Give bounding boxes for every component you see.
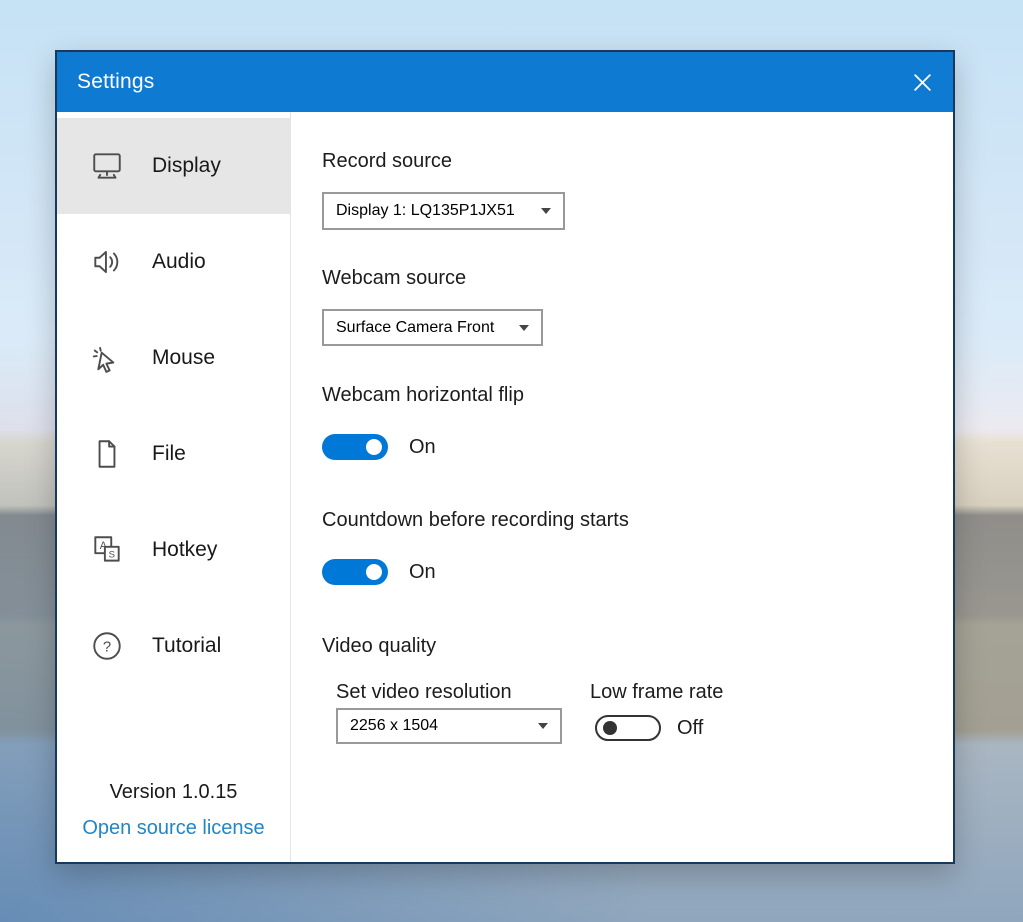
record-source-value: Display 1: LQ135P1JX51 [336, 202, 515, 220]
titlebar: Settings [57, 52, 953, 112]
sidebar-item-label: Mouse [152, 346, 215, 370]
sidebar-item-label: Display [152, 154, 221, 178]
window-title: Settings [77, 70, 154, 94]
video-resolution-label: Set video resolution [336, 681, 512, 704]
sidebar-item-mouse[interactable]: Mouse [57, 310, 290, 406]
toggle-knob [366, 439, 382, 455]
speaker-icon [90, 245, 124, 279]
video-resolution-value: 2256 x 1504 [350, 717, 438, 735]
sidebar-footer: Version 1.0.15 Open source license [57, 781, 290, 840]
record-source-select[interactable]: Display 1: LQ135P1JX51 [322, 192, 565, 230]
chevron-down-icon [541, 208, 551, 214]
sidebar-item-label: File [152, 442, 186, 466]
video-resolution-select[interactable]: 2256 x 1504 [336, 708, 562, 744]
chevron-down-icon [519, 325, 529, 331]
webcam-source-label: Webcam source [322, 267, 466, 290]
open-source-license-link[interactable]: Open source license [57, 817, 290, 840]
low-frame-rate-toggle[interactable] [595, 715, 661, 741]
sidebar-item-label: Tutorial [152, 634, 221, 658]
settings-window: Settings Display [55, 50, 955, 864]
sidebar-item-audio[interactable]: Audio [57, 214, 290, 310]
countdown-row: On [322, 559, 436, 585]
webcam-source-value: Surface Camera Front [336, 319, 494, 337]
version-text: Version 1.0.15 [57, 781, 290, 804]
webcam-source-select[interactable]: Surface Camera Front [322, 309, 543, 346]
low-frame-rate-state: Off [677, 717, 703, 740]
countdown-state: On [409, 561, 436, 584]
document-icon [90, 437, 124, 471]
svg-text:?: ? [103, 639, 111, 655]
sidebar-item-label: Audio [152, 250, 206, 274]
settings-content: Record source Display 1: LQ135P1JX51 Web… [291, 112, 953, 862]
low-frame-rate-row: Off [595, 715, 703, 741]
hotkey-keys-icon: A S [90, 533, 124, 567]
video-quality-label: Video quality [322, 635, 436, 658]
sidebar-item-display[interactable]: Display [57, 118, 290, 214]
question-circle-icon: ? [90, 629, 124, 663]
sidebar-item-label: Hotkey [152, 538, 217, 562]
sidebar-item-hotkey[interactable]: A S Hotkey [57, 502, 290, 598]
countdown-toggle[interactable] [322, 559, 388, 585]
sidebar-item-file[interactable]: File [57, 406, 290, 502]
sidebar-item-tutorial[interactable]: ? Tutorial [57, 598, 290, 694]
chevron-down-icon [538, 723, 548, 729]
close-button[interactable] [907, 67, 937, 97]
webcam-flip-toggle[interactable] [322, 434, 388, 460]
low-frame-rate-label: Low frame rate [590, 681, 723, 704]
svg-text:S: S [109, 549, 115, 560]
webcam-flip-label: Webcam horizontal flip [322, 384, 524, 407]
monitor-icon [90, 149, 124, 183]
toggle-knob [603, 721, 617, 735]
webcam-flip-row: On [322, 434, 436, 460]
record-source-label: Record source [322, 150, 452, 173]
cursor-icon [90, 341, 124, 375]
countdown-label: Countdown before recording starts [322, 509, 629, 532]
close-icon [912, 72, 933, 93]
webcam-flip-state: On [409, 436, 436, 459]
sidebar: Display Audio Mouse [57, 112, 291, 862]
toggle-knob [366, 564, 382, 580]
sidebar-nav: Display Audio Mouse [57, 112, 290, 694]
